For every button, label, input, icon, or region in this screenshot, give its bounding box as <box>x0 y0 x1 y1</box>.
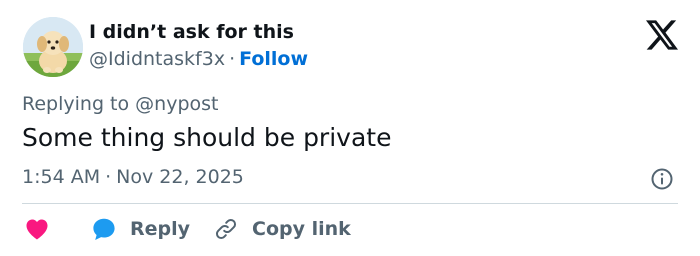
heart-icon <box>26 219 48 240</box>
reply-label: Reply <box>130 218 191 240</box>
info-icon[interactable] <box>650 167 674 191</box>
copy-link-label: Copy link <box>252 218 351 240</box>
author-display-name[interactable]: I didn’t ask for this <box>89 21 294 43</box>
author-handle-line: @Ididntaskf3x · Follow <box>89 48 308 70</box>
handle-separator: · <box>229 48 236 70</box>
like-button[interactable] <box>25 213 49 245</box>
timestamp-separator: · <box>105 166 112 188</box>
tweet-time: 1:54 AM <box>22 166 101 188</box>
divider <box>22 203 678 204</box>
link-icon <box>215 218 237 240</box>
author-handle[interactable]: @Ididntaskf3x <box>89 48 225 70</box>
replying-to-text[interactable]: Replying to @nypost <box>22 93 218 115</box>
reply-button[interactable]: Reply <box>92 213 190 245</box>
speech-bubble-icon <box>93 218 115 240</box>
avatar[interactable] <box>23 17 83 77</box>
tweet-embed-card: I didn’t ask for this @Ididntaskf3x · Foll… <box>0 0 700 256</box>
copy-link-button[interactable]: Copy link <box>214 213 351 245</box>
puppy-avatar-image <box>23 17 83 77</box>
tweet-timestamp[interactable]: 1:54 AM · Nov 22, 2025 <box>22 166 244 188</box>
x-logo-icon[interactable] <box>646 20 678 50</box>
follow-button[interactable]: Follow <box>239 48 308 70</box>
tweet-text: Some thing should be private <box>22 123 392 152</box>
tweet-date: Nov 22, 2025 <box>116 166 244 188</box>
